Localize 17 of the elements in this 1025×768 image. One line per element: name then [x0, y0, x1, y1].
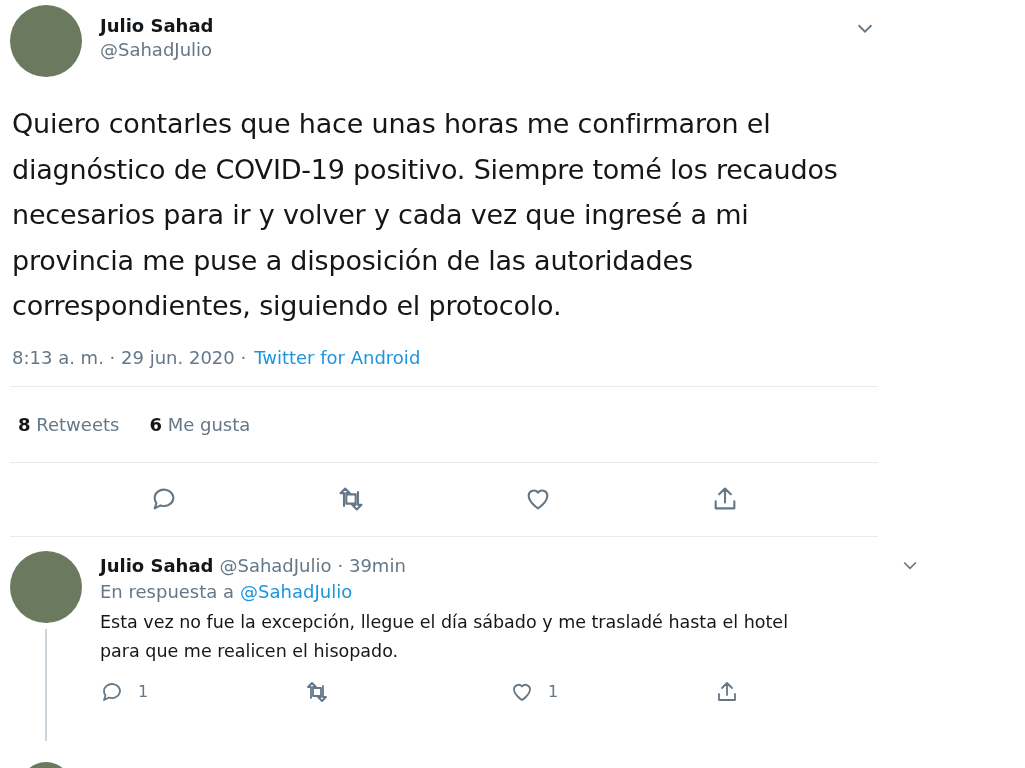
stat-link[interactable]: 8 Retweets — [18, 413, 120, 435]
mention-link[interactable]: @SahadJulio — [240, 580, 353, 602]
share-icon[interactable] — [715, 679, 739, 704]
source-link[interactable]: Twitter for Android — [254, 346, 421, 368]
reply-context-text: En respuesta a — [100, 580, 235, 602]
stat-link[interactable]: 6 Me gusta — [149, 413, 251, 435]
retweet-icon[interactable] — [305, 679, 329, 704]
tweet-timestamp[interactable]: 8:13 a. m. · 29 jun. 2020 · — [12, 346, 247, 368]
tweet-text: Quiero contarles que hace unas horas me confirmaron el diagnóstico de COVID-19 positivo. Siempre tomé los recaudos necesarios para ir y volver y cada vez que ingresé a mi provincia me puse a disposición de las autoridades correspondientes, siguiendo el protocolo. — [12, 107, 839, 323]
reply-text: Esta vez no fue la excepción, llegue el día sábado y me trasladé hasta el hotel para que me realicen el hisopado. — [100, 610, 789, 663]
action-count: 1 — [138, 682, 149, 701]
author-handle[interactable]: @SahadJulio — [100, 39, 214, 60]
tweet-time[interactable]: · 39min — [337, 554, 406, 576]
action-count: 1 — [548, 682, 559, 701]
author-name[interactable]: Julio Sahad — [100, 15, 214, 36]
author-name[interactable]: Julio Sahad — [100, 554, 214, 576]
author-handle[interactable]: @SahadJulio — [219, 554, 332, 576]
